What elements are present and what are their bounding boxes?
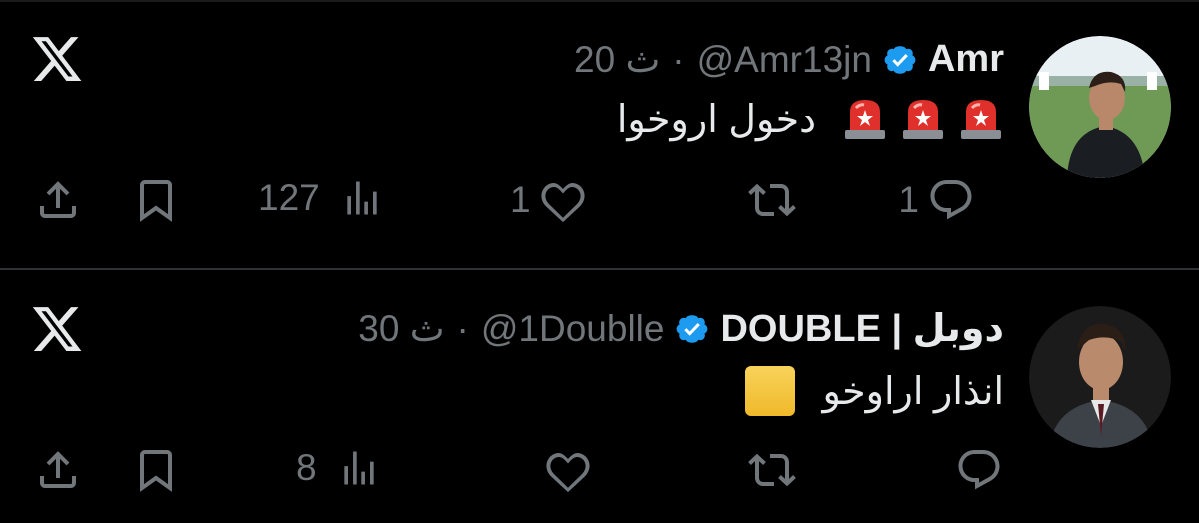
- tweet-header: Amr @Amr13jn · 20 ث: [574, 38, 1004, 81]
- share-button[interactable]: [34, 446, 82, 494]
- handle[interactable]: @1Doublle: [481, 308, 665, 350]
- tweet-header: دوبل | DOUBLE @1Doublle · 30 ث: [358, 306, 1004, 351]
- tweet-actions: 8: [0, 446, 1199, 506]
- verified-badge-icon: [677, 314, 708, 343]
- retweet-icon: [748, 183, 796, 217]
- retweet-button[interactable]: [748, 176, 804, 224]
- verified-badge-icon: [884, 45, 916, 74]
- display-name[interactable]: دوبل | DOUBLE: [720, 306, 1004, 351]
- reply-button[interactable]: [955, 446, 1003, 494]
- reply-count: 1: [898, 179, 919, 220]
- share-icon: [40, 451, 76, 488]
- timestamp[interactable]: 20 ث: [574, 38, 660, 81]
- separator: ·: [672, 38, 685, 80]
- like-button[interactable]: 1: [510, 176, 587, 224]
- tweet-body: انذار اراوخو: [743, 364, 1004, 418]
- x-logo-icon[interactable]: [30, 32, 84, 86]
- police-car-light-icon: [961, 100, 1001, 139]
- retweet-icon: [748, 453, 796, 487]
- retweet-button[interactable]: [748, 446, 796, 494]
- timestamp[interactable]: 30 ث: [358, 307, 444, 350]
- reply-icon: [930, 180, 972, 220]
- views-button[interactable]: 127: [258, 176, 384, 220]
- tweet-2[interactable]: دوبل | DOUBLE @1Doublle · 30 ث انذار ارا…: [0, 270, 1199, 523]
- bookmark-icon: [140, 450, 172, 492]
- like-count: 1: [510, 179, 531, 220]
- tweet-actions: 1 1 127: [0, 176, 1199, 236]
- heart-icon: [546, 452, 590, 493]
- bookmark-button[interactable]: [132, 446, 180, 494]
- share-icon: [40, 181, 76, 218]
- tweet-body: دخول اروخوا: [617, 96, 1004, 142]
- x-logo-icon[interactable]: [30, 302, 84, 356]
- reply-button[interactable]: 1: [898, 176, 975, 224]
- heart-icon: [540, 182, 585, 223]
- like-button[interactable]: [544, 446, 592, 494]
- views-button[interactable]: 8: [296, 446, 381, 490]
- views-icon: [343, 451, 374, 485]
- police-car-light-icon: [845, 100, 885, 139]
- views-icon: [347, 181, 377, 215]
- tweet-text: دخول اروخوا: [616, 98, 816, 141]
- display-name[interactable]: Amr: [928, 38, 1004, 81]
- handle[interactable]: @Amr13jn: [697, 39, 872, 81]
- police-car-light-icon: [903, 100, 943, 139]
- tweet-text: انذار اراوخو: [822, 370, 1004, 413]
- views-count: 127: [258, 177, 320, 218]
- views-count: 8: [296, 447, 317, 488]
- bookmark-button[interactable]: [132, 176, 180, 224]
- reply-icon: [958, 450, 1000, 490]
- share-button[interactable]: [34, 176, 82, 224]
- separator: ·: [456, 307, 469, 349]
- bookmark-icon: [140, 180, 172, 222]
- tweet-1[interactable]: Amr @Amr13jn · 20 ث دخول اروخوا 1 1 127: [0, 0, 1199, 268]
- avatar[interactable]: [1029, 36, 1171, 178]
- yellow-square-icon: [744, 366, 795, 416]
- avatar[interactable]: [1029, 306, 1171, 448]
